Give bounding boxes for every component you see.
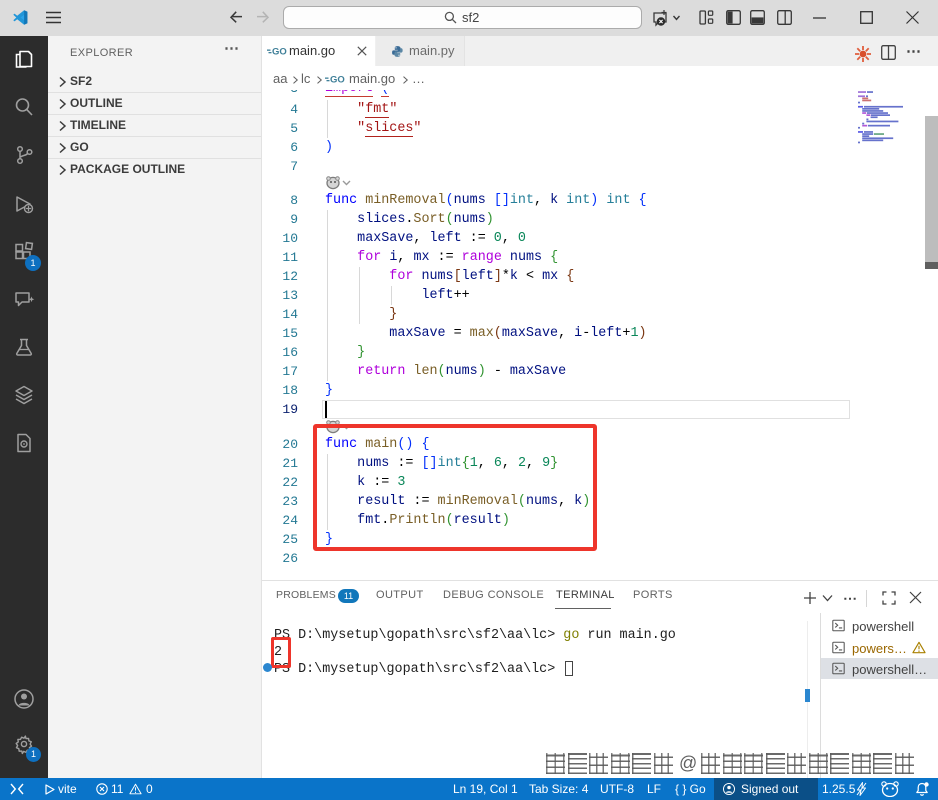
svg-text:GO: GO [330,75,345,86]
svg-text:GO: GO [272,47,287,58]
